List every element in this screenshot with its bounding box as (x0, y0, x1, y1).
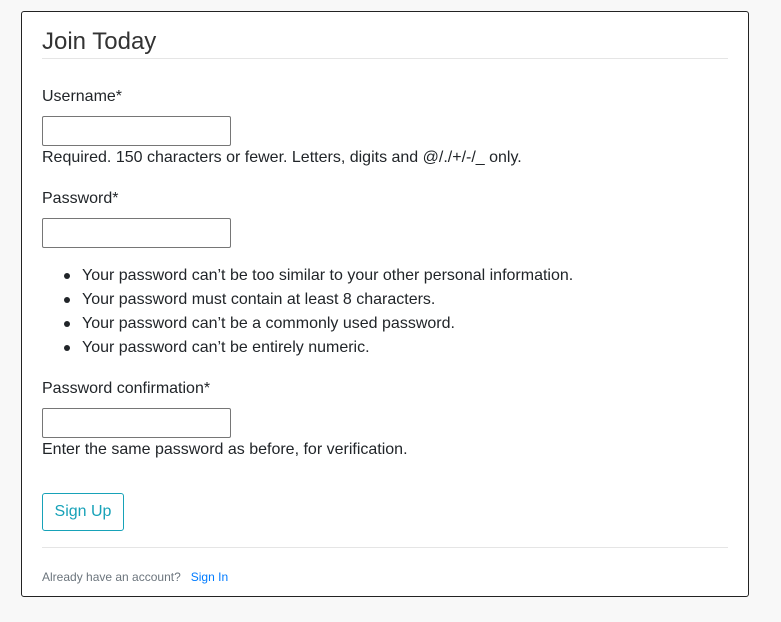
password-confirmation-help-text: Enter the same password as before, for v… (42, 441, 408, 458)
signup-card: Join Today Username* Required. 150 chara… (21, 11, 749, 597)
bullet-icon (64, 345, 70, 351)
signin-prompt: Already have an account? Sign In (42, 569, 228, 585)
password-rules-list: Your password can’t be too similar to yo… (42, 264, 573, 360)
form-legend: Join Today (42, 28, 157, 55)
username-input[interactable] (42, 116, 231, 146)
footer-divider (42, 547, 728, 548)
sign-in-link[interactable]: Sign In (191, 570, 228, 584)
username-label: Username* (42, 88, 123, 105)
list-item: Your password can’t be a commonly used p… (64, 312, 573, 336)
list-item: Your password can’t be entirely numeric. (64, 336, 573, 360)
password-rule-text: Your password can’t be too similar to yo… (82, 267, 574, 284)
list-item: Your password must contain at least 8 ch… (64, 288, 573, 312)
password-input[interactable] (42, 218, 231, 248)
bullet-icon (64, 273, 70, 279)
password-label: Password* (42, 190, 119, 207)
password-confirmation-input[interactable] (42, 408, 231, 438)
signin-prompt-text: Already have an account? (42, 570, 181, 584)
bullet-icon (64, 321, 70, 327)
password-rule-text: Your password can’t be a commonly used p… (82, 315, 455, 332)
list-item: Your password can’t be too similar to yo… (64, 264, 574, 288)
password-rule-text: Your password can’t be entirely numeric. (82, 339, 370, 356)
password-confirmation-label: Password confirmation* (42, 380, 211, 397)
legend-divider (42, 58, 728, 59)
password-rule-text: Your password must contain at least 8 ch… (82, 291, 436, 308)
signup-form: Join Today Username* Required. 150 chara… (42, 12, 728, 596)
bullet-icon (64, 297, 70, 303)
username-help-text: Required. 150 characters or fewer. Lette… (42, 149, 522, 166)
sign-up-button[interactable]: Sign Up (42, 493, 124, 531)
